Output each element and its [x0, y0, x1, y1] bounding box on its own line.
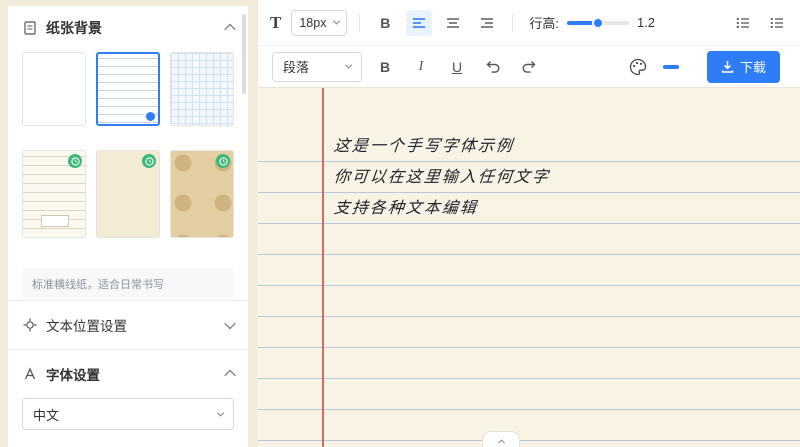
line-height-label: 行高: [529, 13, 559, 32]
chevron-up-icon [224, 370, 235, 381]
divider [359, 14, 360, 32]
handwriting-line: 你可以在这里输入任何文字 [332, 161, 781, 192]
redo-button[interactable] [516, 54, 542, 80]
paper-thumbnail-vintage[interactable] [170, 150, 234, 238]
chevron-down-icon [224, 318, 235, 329]
bold-button[interactable]: B [372, 10, 398, 36]
language-select[interactable]: 中文 [22, 398, 234, 430]
palette-icon [629, 58, 647, 76]
align-center-icon [446, 17, 460, 29]
current-color-indicator[interactable] [663, 65, 679, 69]
paper-icon [22, 20, 38, 36]
language-select-value: 中文 [33, 405, 59, 424]
text-position-label: 文本位置设置 [46, 315, 218, 335]
align-left-button[interactable] [406, 10, 432, 36]
sidebar: 纸张背景 标准横线纸，适合日常书写 文本位置设置 [8, 6, 248, 447]
align-right-icon [480, 17, 494, 29]
sidebar-scrollbar[interactable] [242, 14, 246, 94]
slider-knob[interactable] [592, 17, 604, 29]
font-settings-section-header[interactable]: 字体设置 [8, 349, 248, 398]
handwriting-text[interactable]: 这是一个手写字体示例 你可以在这里输入任何文字 支持各种文本编辑 [334, 130, 780, 223]
chevron-up-icon [497, 439, 504, 446]
undo-button[interactable] [480, 54, 506, 80]
ordered-list-button[interactable] [764, 10, 790, 36]
selected-dot [146, 112, 155, 121]
format-toolbar: T 18px B 行高: 1.2 [258, 0, 800, 46]
line-height-slider[interactable] [567, 16, 629, 30]
redo-icon [521, 60, 537, 73]
handwriting-line: 支持各种文本编辑 [332, 192, 781, 223]
font-icon [22, 366, 38, 382]
bold-button[interactable]: B [372, 54, 398, 80]
paper-thumbnail-blank[interactable] [22, 52, 86, 126]
paper-thumbnail-grid [8, 46, 248, 238]
underline-button[interactable]: U [444, 54, 470, 80]
align-center-button[interactable] [440, 10, 466, 36]
premium-badge-icon [142, 154, 156, 168]
align-left-icon [412, 17, 426, 29]
paper-thumbnail-lined-selected[interactable] [96, 52, 160, 126]
premium-badge-icon [216, 154, 230, 168]
paper-background-title: 纸张背景 [46, 18, 218, 38]
margin-line [322, 88, 324, 447]
chevron-up-icon [224, 24, 235, 35]
chevron-down-icon [345, 62, 352, 69]
paper-thumbnail-lined-cream[interactable] [22, 150, 86, 238]
download-button[interactable]: 下载 [707, 51, 780, 83]
chevron-down-icon [333, 18, 340, 25]
divider [512, 14, 513, 32]
italic-button[interactable]: I [408, 54, 434, 80]
premium-badge-icon [68, 154, 82, 168]
paper-canvas[interactable]: 这是一个手写字体示例 你可以在这里输入任何文字 支持各种文本编辑 [258, 88, 800, 447]
download-label: 下载 [740, 57, 766, 76]
text-color-button[interactable] [625, 54, 651, 80]
paragraph-style-value: 段落 [283, 57, 309, 76]
position-icon [22, 317, 38, 333]
paragraph-style-select[interactable]: 段落 [272, 52, 362, 82]
paragraph-toolbar: 段落 B I U 下载 [258, 46, 800, 88]
handwriting-line: 这是一个手写字体示例 [332, 130, 781, 161]
undo-icon [485, 60, 501, 73]
ordered-list-icon [770, 17, 784, 29]
paper-background-section-header[interactable]: 纸张背景 [8, 6, 248, 46]
text-position-section-header[interactable]: 文本位置设置 [8, 300, 248, 349]
line-height-value: 1.2 [637, 15, 655, 30]
paper-thumbnail-cream[interactable] [96, 150, 160, 238]
download-icon [721, 60, 734, 73]
collapse-toolbar-button[interactable] [482, 431, 520, 447]
text-style-icon[interactable]: T [268, 13, 283, 33]
bullet-list-button[interactable] [730, 10, 756, 36]
font-settings-label: 字体设置 [46, 364, 218, 384]
paper-thumbnail-grid-paper[interactable] [170, 52, 234, 126]
font-size-value: 18px [299, 16, 326, 30]
bullet-list-icon [736, 17, 750, 29]
align-right-button[interactable] [474, 10, 500, 36]
paper-description: 标准横线纸，适合日常书写 [22, 268, 234, 300]
chevron-down-icon [217, 409, 224, 416]
font-size-select[interactable]: 18px [291, 10, 347, 36]
